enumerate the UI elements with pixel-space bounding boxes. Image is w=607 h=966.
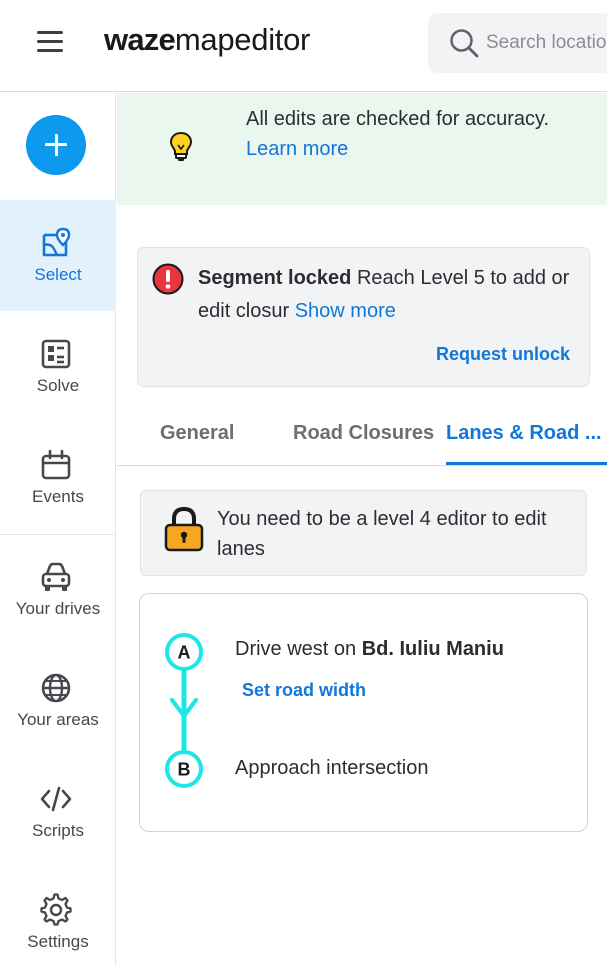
lock-icon xyxy=(164,506,204,552)
waze-map-editor-logo: wazemapeditor xyxy=(104,22,311,57)
gear-icon xyxy=(40,893,72,926)
globe-icon xyxy=(41,673,71,703)
solve-icon xyxy=(41,339,71,369)
accuracy-banner: All edits are checked for accuracy. Lear… xyxy=(117,93,607,205)
request-unlock-button[interactable]: Request unlock xyxy=(436,344,570,365)
sidebar-item-your-drives[interactable]: Your drives xyxy=(0,534,116,645)
road-name: Bd. Iuliu Maniu xyxy=(361,638,504,660)
car-icon xyxy=(41,562,71,591)
point-b-label: B xyxy=(178,760,191,780)
point-a-label: A xyxy=(178,643,191,663)
sidebar-item-label: Scripts xyxy=(32,821,84,840)
route-line-graphic: A B xyxy=(165,633,203,788)
select-icon xyxy=(42,227,71,257)
sidebar: Select Solve Events Your drives Your are… xyxy=(0,92,116,966)
search-input[interactable] xyxy=(486,29,607,57)
sidebar-item-your-areas[interactable]: Your areas xyxy=(0,645,116,756)
tab-general[interactable]: General xyxy=(160,422,234,445)
tab-road-closures[interactable]: Road Closures xyxy=(293,422,434,445)
hamburger-menu-icon[interactable] xyxy=(34,31,66,57)
tab-lanes-road[interactable]: Lanes & Road ... xyxy=(446,422,602,445)
set-road-width-link[interactable]: Set road width xyxy=(242,680,366,701)
sidebar-item-settings[interactable]: Settings xyxy=(0,867,116,966)
lightbulb-icon xyxy=(169,131,193,161)
sidebar-item-select[interactable]: Select xyxy=(0,200,116,311)
segment-locked-alert: Segment locked Reach Level 5 to add or e… xyxy=(137,247,590,387)
error-icon xyxy=(152,263,184,295)
banner-text: All edits are checked for accuracy. Lear… xyxy=(246,104,576,164)
segment-locked-message: Segment locked Reach Level 5 to add or e… xyxy=(198,267,570,322)
top-header: wazemapeditor xyxy=(0,0,607,92)
learn-more-link[interactable]: Learn more xyxy=(246,134,576,164)
sidebar-item-label: Solve xyxy=(36,376,80,395)
calendar-icon xyxy=(41,449,71,480)
sidebar-item-label: Your drives xyxy=(15,599,101,618)
sidebar-item-label: Your areas xyxy=(17,710,99,729)
show-more-link[interactable]: Show more xyxy=(295,300,396,322)
segment-locked-title: Segment locked xyxy=(198,267,352,289)
search-box[interactable] xyxy=(428,13,607,73)
route-direction-card: A B Drive west on Bd. Iuliu Maniu Set ro… xyxy=(139,593,588,832)
route-step-b: Approach intersection xyxy=(235,757,429,779)
lanes-permission-note: You need to be a level 4 editor to edit … xyxy=(140,490,587,576)
sidebar-item-label: Select xyxy=(34,265,82,284)
search-icon xyxy=(450,29,479,58)
sidebar-item-label: Settings xyxy=(27,932,89,951)
sidebar-item-events[interactable]: Events xyxy=(0,422,116,533)
sidebar-item-label: Events xyxy=(32,487,84,506)
active-tab-indicator xyxy=(446,462,607,465)
code-icon xyxy=(40,786,72,812)
route-step-a: Drive west on Bd. Iuliu Maniu xyxy=(235,638,504,660)
segment-tabs: General Road Closures Lanes & Road ... xyxy=(117,410,607,466)
sidebar-item-scripts[interactable]: Scripts xyxy=(0,756,116,867)
lanes-note-text: You need to be a level 4 editor to edit … xyxy=(217,508,547,560)
add-button[interactable] xyxy=(26,115,86,175)
sidebar-item-solve[interactable]: Solve xyxy=(0,311,116,422)
